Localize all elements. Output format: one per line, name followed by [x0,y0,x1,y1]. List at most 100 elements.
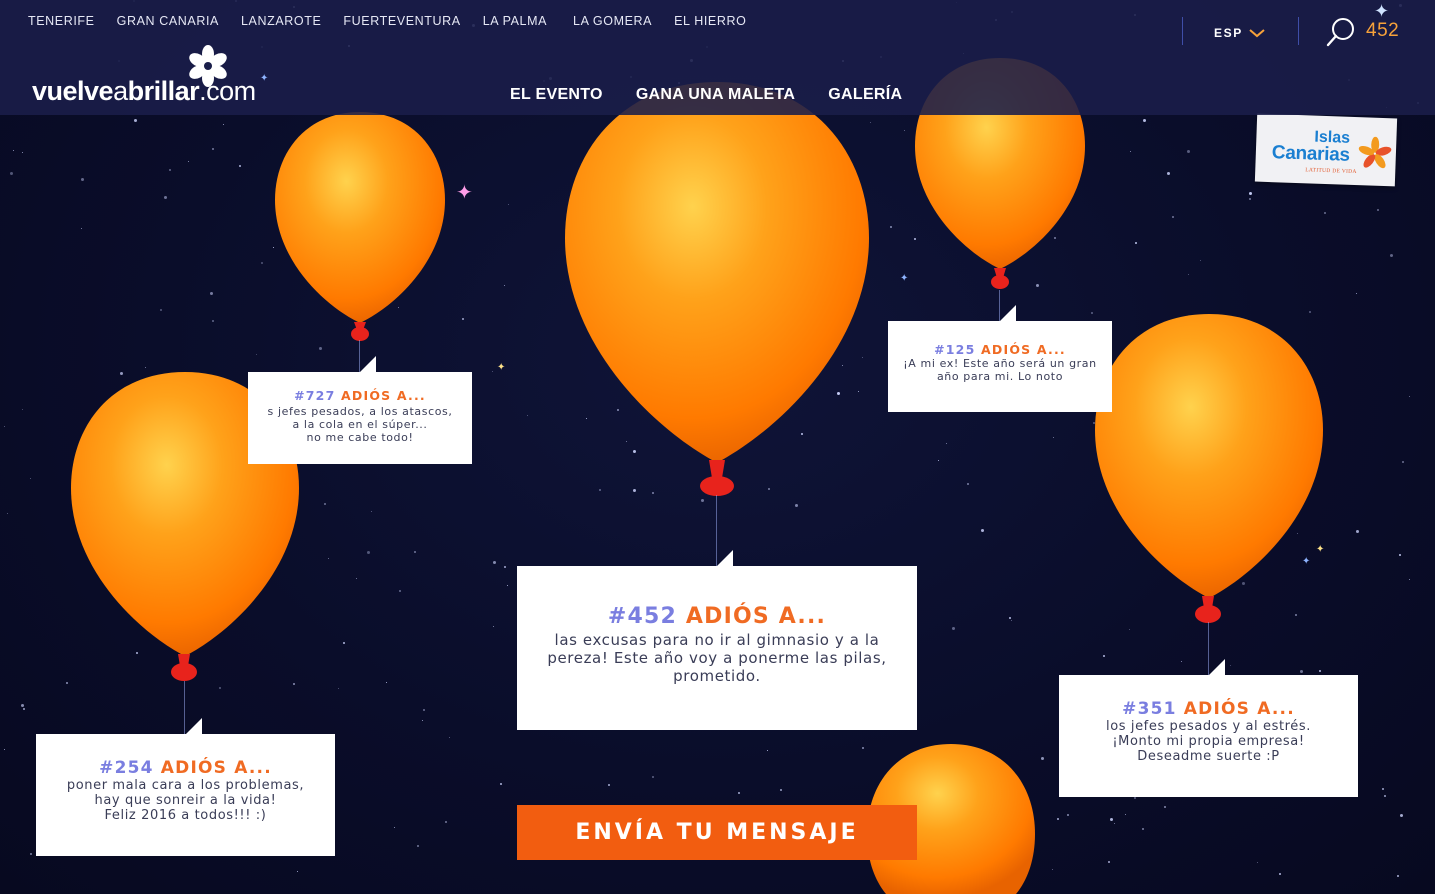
star [1172,216,1174,218]
star [239,165,241,167]
star [1164,806,1166,808]
star [795,504,798,507]
star [1382,788,1384,790]
site-logo[interactable]: vuelveabrillar.com [32,44,272,108]
nav-island-lanzarote[interactable]: LANZAROTE [241,14,321,28]
nav-island-tenerife[interactable]: TENERIFE [28,14,95,28]
nav-island-la-gomera[interactable]: LA GOMERA [573,14,652,28]
star [212,320,214,322]
star [1108,861,1110,863]
nav-el-evento[interactable]: EL EVENTO [510,86,603,104]
star [414,551,416,553]
star [422,720,423,721]
star [738,792,740,794]
chevron-down-icon[interactable] [1248,27,1266,39]
star [492,371,493,372]
star [938,460,939,461]
nav-gana-una-maleta[interactable]: GANA UNA MALETA [636,86,795,104]
star [967,483,969,485]
star [1377,209,1379,211]
star [328,558,329,559]
star [445,821,447,823]
star [261,262,263,264]
nav-island-la-palma[interactable]: LA PALMA [483,14,547,28]
star [256,354,257,355]
balloon[interactable] [564,80,870,498]
star [952,627,955,630]
star [212,148,214,150]
nav-island-gran-canaria[interactable]: GRAN CANARIA [117,14,219,28]
message-card-351[interactable]: #351 ADIÓS A... los jefes pesados y al e… [1059,659,1358,797]
logo-wordmark: vuelveabrillar.com [32,76,256,106]
star [1114,823,1115,824]
star [493,561,496,564]
star [1009,617,1011,619]
star [10,172,13,175]
star [946,443,947,444]
star [1249,192,1252,195]
nav-island-fuerteventura[interactable]: FUERTEVENTURA [343,14,460,28]
search-icon[interactable] [1324,15,1358,49]
header-divider [1298,17,1299,45]
star [23,708,25,710]
star [22,152,23,153]
star [210,292,213,295]
star [367,551,370,554]
star [1135,242,1137,244]
star [134,119,137,122]
star [1067,814,1069,816]
star [1402,461,1404,463]
send-message-button[interactable]: ENVÍA TU MENSAJE [517,805,917,860]
star [507,585,508,586]
star [164,196,167,199]
sparkle-icon: ✦ [497,362,506,373]
star [188,161,189,162]
star [338,688,339,689]
star [30,478,31,479]
star [1181,661,1182,662]
islands-nav: TENERIFE GRAN CANARIA LANZAROTE FUERTEVE… [28,14,768,28]
star [81,178,84,181]
site-header: TENERIFE GRAN CANARIA LANZAROTE FUERTEVE… [0,0,1435,115]
star [981,529,984,532]
star [652,776,654,778]
star [1129,629,1130,630]
star [319,347,322,350]
star [870,122,871,123]
star [1324,212,1326,214]
star [500,783,502,785]
message-card-125[interactable]: #125 ADIÓS A... ¡A mi ex! Este año será … [888,305,1112,412]
star [462,318,464,320]
islas-canarias-badge[interactable]: Islas Canarias LATITUD DE VIDA [1254,113,1398,187]
message-card-254[interactable]: #254 ADIÓS A... poner mala cara a los pr… [36,718,335,856]
balloon[interactable] [274,108,446,344]
star [449,737,450,738]
star [30,853,32,855]
star [223,124,224,125]
nav-island-el-hierro[interactable]: EL HIERRO [674,14,746,28]
star [1011,620,1012,621]
sparkle-icon: ✦ [900,273,909,284]
star [343,642,345,644]
balloon[interactable] [1094,312,1324,626]
star [1052,869,1053,870]
star [493,626,494,627]
star [1390,254,1393,257]
star [1384,795,1386,797]
star [701,499,704,502]
star [1400,814,1403,817]
star [1279,873,1281,875]
message-card-452[interactable]: #452 ADIÓS A... las excusas para no ir a… [517,550,917,730]
star [4,749,5,750]
star [904,130,905,131]
star [386,682,387,683]
nav-galeria[interactable]: GALERÍA [828,86,902,104]
canarias-flower-icon [1358,136,1392,169]
message-counter: 452 [1366,20,1400,41]
star [1167,172,1170,175]
star [1125,814,1126,815]
message-card-727[interactable]: #727 ADIÓS A... s jefes pesados, a los a… [248,356,472,464]
star [1091,312,1093,314]
language-selector[interactable]: ESP [1214,26,1243,40]
star [219,687,221,689]
